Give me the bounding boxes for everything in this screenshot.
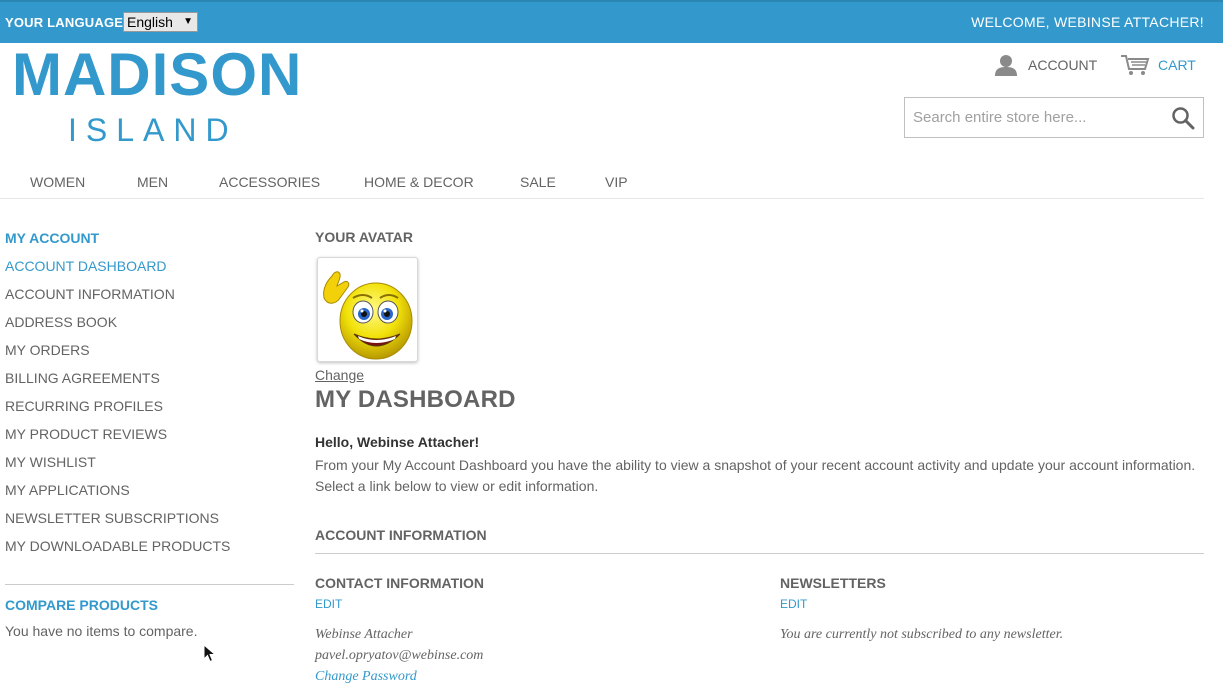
greeting: Hello, Webinse Attacher! <box>315 434 480 450</box>
nav-item-women[interactable]: WOMEN <box>30 174 85 190</box>
top-bar: YOUR LANGUAGE: English ▼ WELCOME, WEBINS… <box>0 0 1223 43</box>
account-label: ACCOUNT <box>1028 57 1098 73</box>
account-information-title: ACCOUNT INFORMATION <box>315 527 487 543</box>
contact-name: Webinse Attacher <box>315 627 413 642</box>
compare-products-empty-text: You have no items to compare. <box>5 623 198 639</box>
account-link[interactable]: ACCOUNT <box>994 52 1097 78</box>
language-label: YOUR LANGUAGE: <box>5 15 128 30</box>
nav-item-men[interactable]: MEN <box>137 174 168 190</box>
logo-text-bottom: ISLAND <box>68 112 238 148</box>
search-icon <box>1172 107 1195 130</box>
smiley-avatar-image <box>323 271 413 360</box>
sidebar-item-my-orders[interactable]: MY ORDERS <box>5 342 90 358</box>
dashboard-intro-line-2: Select a link below to view or edit info… <box>315 478 599 494</box>
sidebar-item-account-dashboard[interactable]: ACCOUNT DASHBOARD <box>5 258 167 274</box>
sidebar-item-address-book[interactable]: ADDRESS BOOK <box>5 314 117 330</box>
sidebar-item-product-reviews[interactable]: MY PRODUCT REVIEWS <box>5 426 167 442</box>
avatar <box>317 257 418 362</box>
sidebar-item-billing-agreements[interactable]: BILLING AGREEMENTS <box>5 370 160 386</box>
mouse-cursor-icon <box>203 644 217 663</box>
dashboard-intro: From your My Account Dashboard you have … <box>315 455 1215 497</box>
sidebar-item-downloadable-products[interactable]: MY DOWNLOADABLE PRODUCTS <box>5 538 230 554</box>
change-password-link[interactable]: Change Password <box>315 669 417 685</box>
account-information-divider <box>315 553 1204 554</box>
avatar-change-link[interactable]: Change <box>315 367 364 383</box>
compare-products-title: COMPARE PRODUCTS <box>5 597 158 613</box>
nav-item-accessories[interactable]: ACCESSORIES <box>219 174 320 190</box>
nav-item-vip[interactable]: VIP <box>605 174 628 190</box>
sidebar-item-account-information[interactable]: ACCOUNT INFORMATION <box>5 286 175 302</box>
contact-email: pavel.opryatov@webinse.com <box>315 648 484 663</box>
newsletters-edit-link[interactable]: EDIT <box>780 597 807 611</box>
avatar-title: YOUR AVATAR <box>315 229 413 245</box>
nav-item-home-decor[interactable]: HOME & DECOR <box>364 174 474 190</box>
dashboard-intro-line-1: From your My Account Dashboard you have … <box>315 457 1196 473</box>
nav-item-sale[interactable]: SALE <box>520 174 556 190</box>
sidebar-item-recurring-profiles[interactable]: RECURRING PROFILES <box>5 398 163 414</box>
logo-text-top: MADISON <box>12 41 303 108</box>
contact-edit-link[interactable]: EDIT <box>315 597 342 611</box>
language-select-value: English <box>127 14 173 30</box>
cart-icon <box>1121 55 1150 75</box>
user-icon <box>995 55 1017 76</box>
newsletter-status: You are currently not subscribed to any … <box>780 627 1064 642</box>
sidebar-title: MY ACCOUNT <box>5 230 100 246</box>
page-title: MY DASHBOARD <box>315 386 516 413</box>
cart-link[interactable]: CART <box>1120 52 1196 78</box>
sidebar-item-applications[interactable]: MY APPLICATIONS <box>5 482 130 498</box>
search-button[interactable] <box>1171 106 1195 130</box>
welcome-message: WELCOME, WEBINSE ATTACHER! <box>971 14 1204 30</box>
main-nav: WOMEN MEN ACCESSORIES HOME & DECOR SALE … <box>0 168 1204 199</box>
cart-label: CART <box>1158 57 1196 73</box>
sidebar-item-wishlist[interactable]: MY WISHLIST <box>5 454 96 470</box>
chevron-down-icon: ▼ <box>183 16 193 27</box>
newsletters-title: NEWSLETTERS <box>780 575 886 591</box>
sidebar-item-newsletter-subscriptions[interactable]: NEWSLETTER SUBSCRIPTIONS <box>5 510 219 526</box>
search-input[interactable] <box>905 98 1165 137</box>
sidebar-divider <box>5 584 294 585</box>
search-box <box>904 97 1204 138</box>
contact-information-title: CONTACT INFORMATION <box>315 575 485 591</box>
language-select[interactable]: English ▼ <box>123 12 198 32</box>
